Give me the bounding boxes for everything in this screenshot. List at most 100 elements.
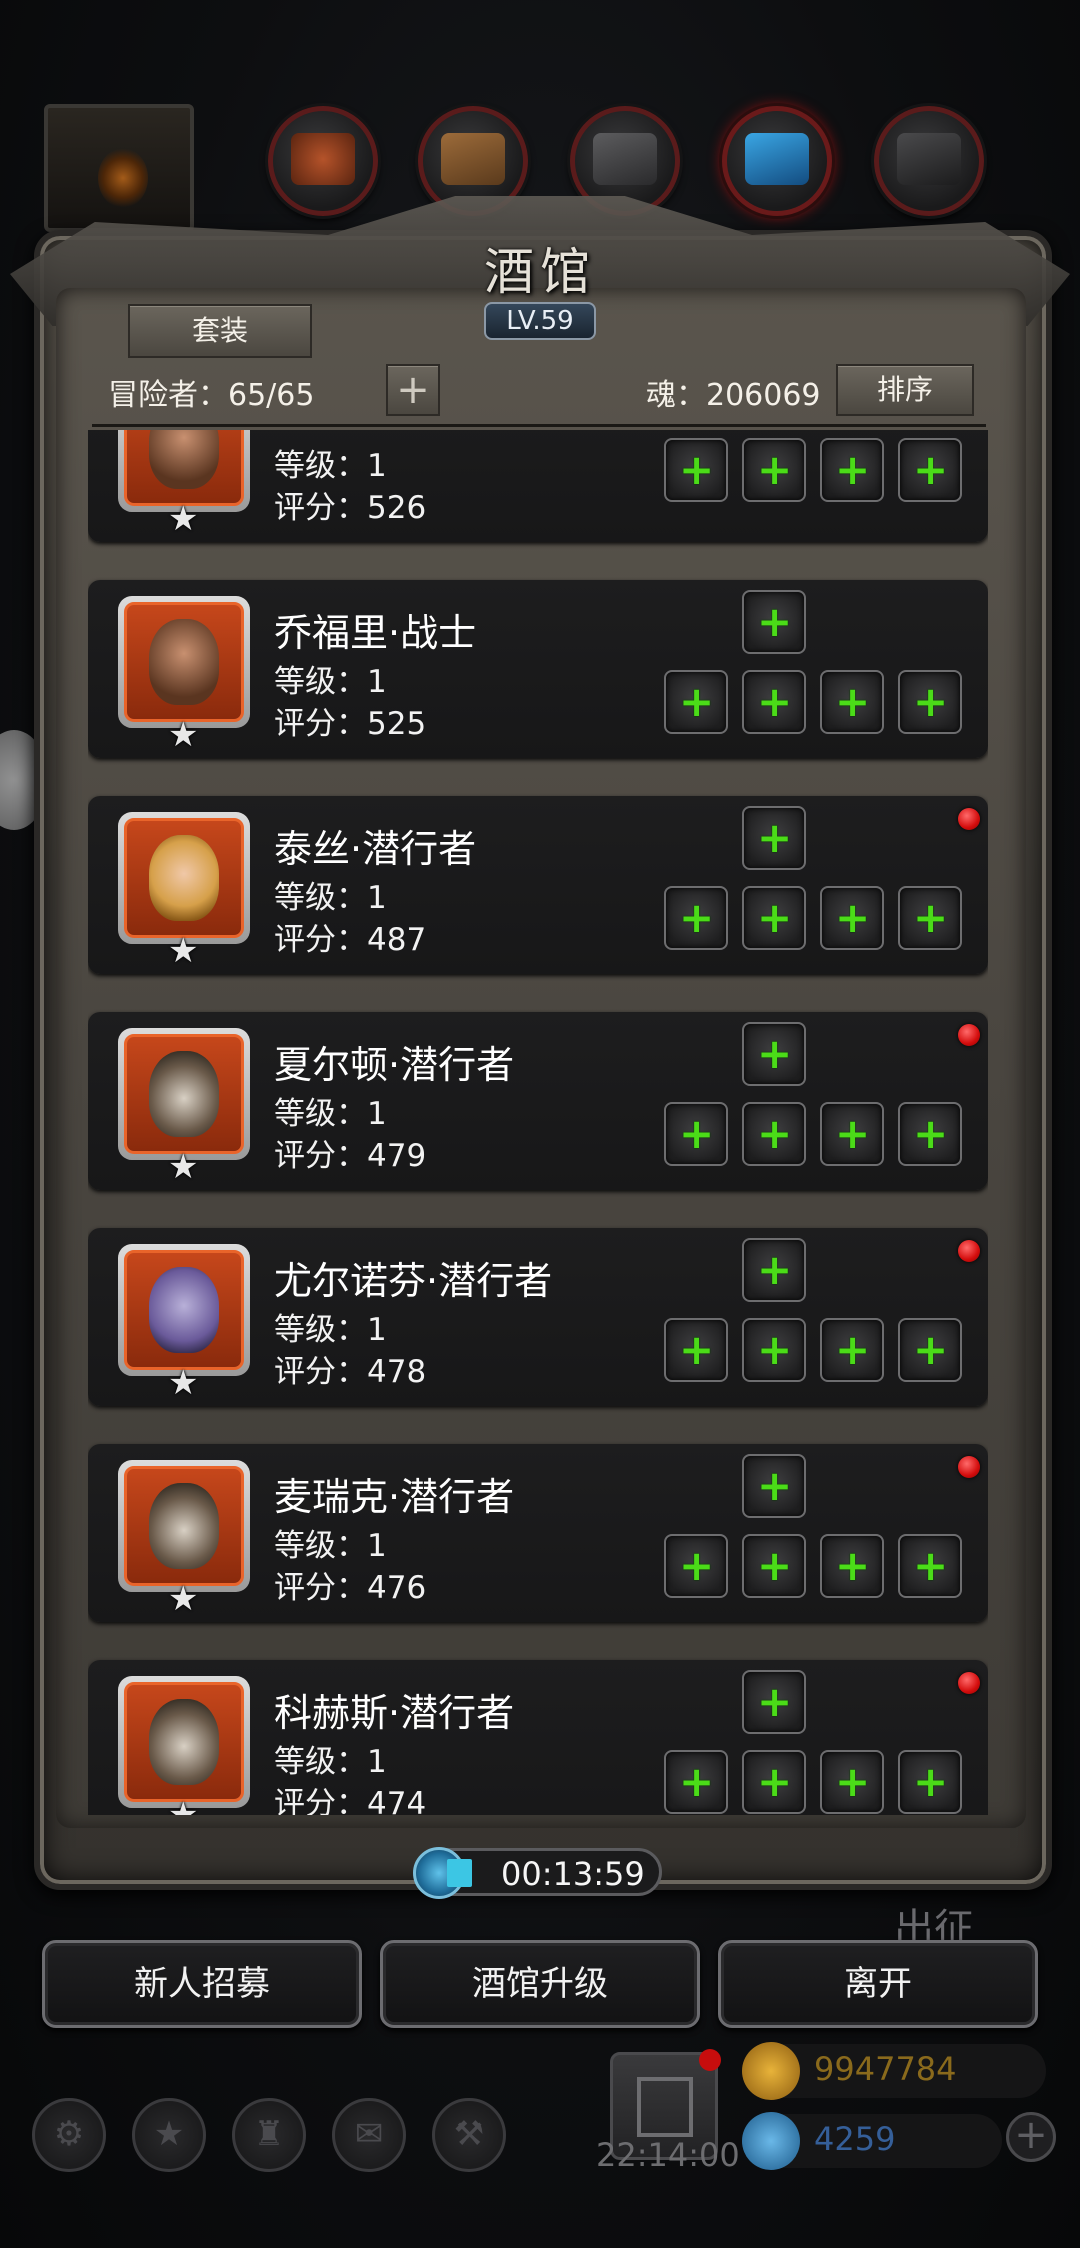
hero-list[interactable]: ★ 等级：1 评分：526 + + + + ★ 乔福里·战士 等级：1 评分：525 + + + + + ★ 泰丝… — [88, 430, 988, 1815]
notification-dot — [958, 1672, 980, 1694]
add-equipment-icon: + — [757, 677, 793, 726]
tavern-level-badge: LV.59 — [484, 302, 596, 340]
equip-slot-amulet[interactable]: + — [898, 1534, 962, 1598]
soul-count: 魂：206069 — [646, 378, 821, 413]
equip-slot-amulet[interactable]: + — [898, 1318, 962, 1382]
crystal-icon[interactable] — [722, 106, 832, 216]
add-equipment-icon: + — [913, 1757, 949, 1806]
equip-slot-amulet[interactable]: + — [898, 886, 962, 950]
equip-slot-armor[interactable]: + — [742, 1102, 806, 1166]
add-equipment-icon: + — [913, 677, 949, 726]
leave-button[interactable]: 离开 — [718, 1940, 1038, 2028]
add-equipment-icon: + — [835, 893, 871, 942]
hero-card[interactable]: ★ 尤尔诺芬·潜行者 等级：1 评分：478 + + + + + — [88, 1228, 988, 1406]
hero-level: 等级：1 — [274, 1096, 387, 1132]
rank-star-icon: ★ — [168, 931, 199, 971]
equip-slot-weapon[interactable]: + — [664, 886, 728, 950]
gold-value: 9947784 — [814, 2050, 957, 2088]
equip-slot-ring[interactable]: + — [820, 1102, 884, 1166]
recruit-button[interactable]: 新人招募 — [42, 1940, 362, 2028]
hero-portrait[interactable] — [118, 1244, 250, 1376]
equip-slot-helmet[interactable]: + — [742, 1670, 806, 1734]
timer-text: 00:13:59 — [501, 1855, 645, 1893]
add-equipment-icon: + — [757, 1325, 793, 1374]
hero-card[interactable]: ★ 夏尔顿·潜行者 等级：1 评分：479 + + + + + — [88, 1012, 988, 1190]
equip-slot-ring[interactable]: + — [820, 438, 884, 502]
equip-slot-helmet[interactable]: + — [742, 806, 806, 870]
add-equipment-icon: + — [835, 445, 871, 494]
equip-slot-amulet[interactable]: + — [898, 1102, 962, 1166]
add-equipment-icon: + — [679, 1325, 715, 1374]
hero-card[interactable]: ★ 等级：1 评分：526 + + + + — [88, 430, 988, 542]
hero-portrait[interactable] — [118, 1028, 250, 1160]
equip-slot-armor[interactable]: + — [742, 670, 806, 734]
add-equipment-icon: + — [835, 1757, 871, 1806]
add-equipment-icon: + — [913, 1325, 949, 1374]
equip-slot-weapon[interactable]: + — [664, 1750, 728, 1814]
notification-dot — [958, 1024, 980, 1046]
hero-portrait[interactable] — [118, 596, 250, 728]
add-equipment-icon: + — [757, 1677, 793, 1726]
equip-slot-helmet[interactable]: + — [742, 1454, 806, 1518]
equip-slot-armor[interactable]: + — [742, 438, 806, 502]
equip-slot-helmet[interactable]: + — [742, 1022, 806, 1086]
tavern-screen: { "header": { "title": "酒馆", "level": "L… — [0, 0, 1080, 2248]
meat-icon[interactable] — [268, 106, 378, 216]
equip-slot-armor[interactable]: + — [742, 1750, 806, 1814]
gold-counter: 9947784 — [742, 2042, 1046, 2100]
equip-slot-amulet[interactable]: + — [898, 1750, 962, 1814]
upgrade-tavern-button[interactable]: 酒馆升级 — [380, 1940, 700, 2028]
add-equipment-icon: + — [913, 893, 949, 942]
mail-icon[interactable]: ✉ — [332, 2098, 406, 2172]
set-button[interactable]: 套装 — [128, 304, 312, 358]
add-adventurer-slot-button[interactable]: + — [386, 364, 440, 416]
sort-button[interactable]: 排序 — [836, 364, 974, 416]
equip-slot-amulet[interactable]: + — [898, 438, 962, 502]
equip-slot-weapon[interactable]: + — [664, 1318, 728, 1382]
add-equipment-icon: + — [835, 1109, 871, 1158]
equip-slot-weapon[interactable]: + — [664, 1102, 728, 1166]
equip-slot-helmet[interactable]: + — [742, 590, 806, 654]
equip-slot-weapon[interactable]: + — [664, 438, 728, 502]
equip-slot-ring[interactable]: + — [820, 1750, 884, 1814]
equip-slot-weapon[interactable]: + — [664, 1534, 728, 1598]
add-equipment-icon: + — [913, 1109, 949, 1158]
hero-name: 夏尔顿·潜行者 — [274, 1043, 515, 1087]
guild-icon[interactable]: ♜ — [232, 2098, 306, 2172]
gold-icon — [742, 2042, 800, 2100]
equip-slot-ring[interactable]: + — [820, 1534, 884, 1598]
achievement-icon[interactable]: ★ — [132, 2098, 206, 2172]
equip-slot-amulet[interactable]: + — [898, 670, 962, 734]
hero-name: 尤尔诺芬·潜行者 — [274, 1259, 553, 1303]
gem-value: 4259 — [814, 2120, 896, 2158]
equip-slot-ring[interactable]: + — [820, 670, 884, 734]
equip-slot-armor[interactable]: + — [742, 1318, 806, 1382]
divider — [92, 424, 986, 427]
equip-slot-ring[interactable]: + — [820, 886, 884, 950]
equip-slot-ring[interactable]: + — [820, 1318, 884, 1382]
hero-score: 评分：474 — [274, 1786, 427, 1815]
hero-name: 乔福里·战士 — [274, 611, 477, 655]
rank-star-icon: ★ — [168, 1579, 199, 1619]
hero-card[interactable]: ★ 泰丝·潜行者 等级：1 评分：487 + + + + + — [88, 796, 988, 974]
hero-portrait[interactable] — [118, 1460, 250, 1592]
hero-card[interactable]: ★ 乔福里·战士 等级：1 评分：525 + + + + + — [88, 580, 988, 758]
inventory-icon[interactable]: ⚒ — [432, 2098, 506, 2172]
settings-icon[interactable]: ⚙ — [32, 2098, 106, 2172]
hero-card[interactable]: ★ 麦瑞克·潜行者 等级：1 评分：476 + + + + + — [88, 1444, 988, 1622]
equip-slot-armor[interactable]: + — [742, 886, 806, 950]
hero-portrait[interactable] — [118, 812, 250, 944]
add-equipment-icon: + — [679, 1109, 715, 1158]
add-gems-button[interactable]: + — [1006, 2112, 1056, 2162]
hero-card[interactable]: ★ 科赫斯·潜行者 等级：1 评分：474 + + + + + — [88, 1660, 988, 1815]
notification-dot — [699, 2049, 721, 2071]
lord-portrait-icon[interactable] — [44, 104, 194, 232]
hero-name: 科赫斯·潜行者 — [274, 1691, 515, 1735]
equip-slot-armor[interactable]: + — [742, 1534, 806, 1598]
equip-slot-helmet[interactable]: + — [742, 1238, 806, 1302]
add-equipment-icon: + — [757, 1245, 793, 1294]
hero-name: 麦瑞克·潜行者 — [274, 1475, 515, 1519]
equip-slot-weapon[interactable]: + — [664, 670, 728, 734]
stone-icon[interactable] — [874, 106, 984, 216]
hero-portrait[interactable] — [118, 1676, 250, 1808]
